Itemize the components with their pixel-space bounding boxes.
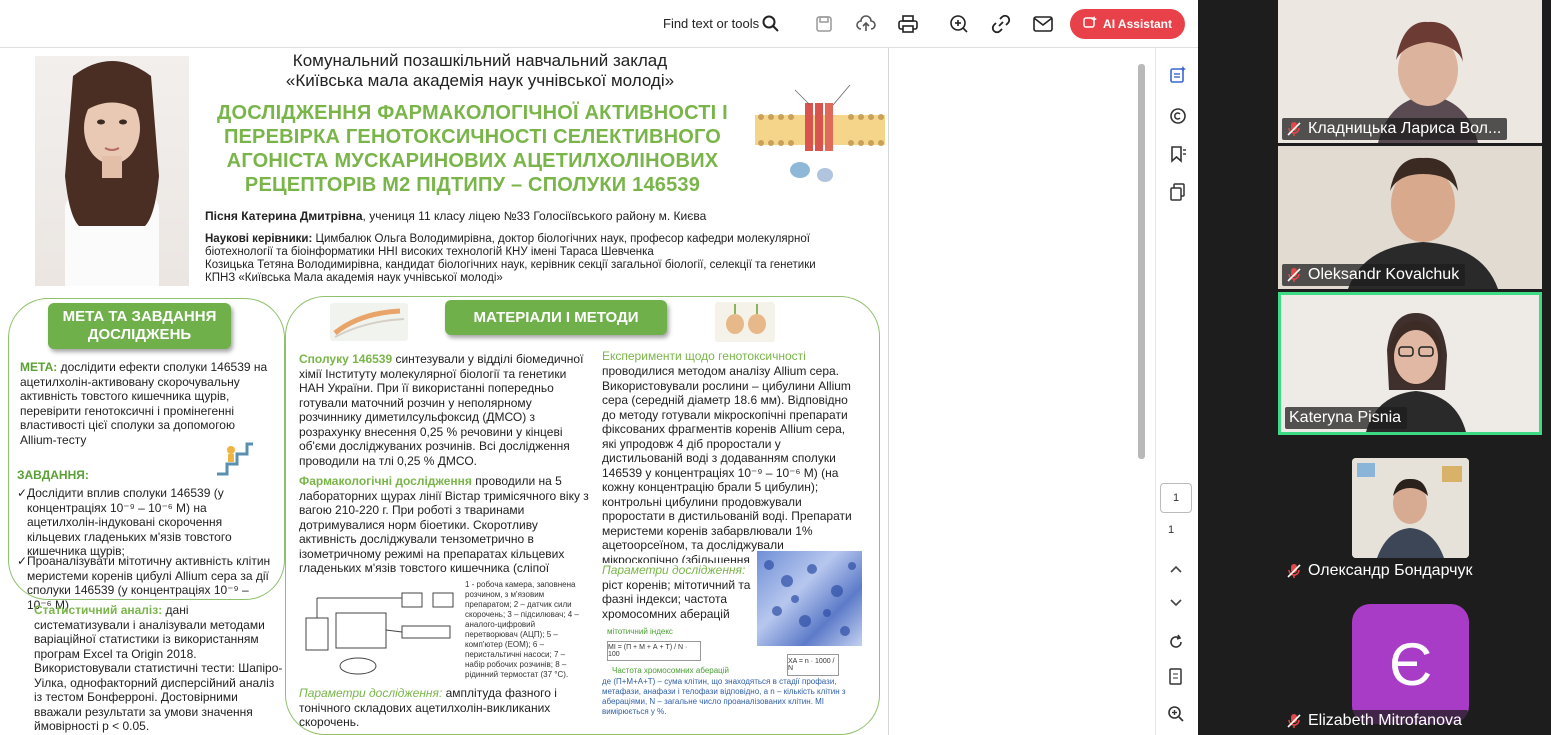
pdf-toolbar: Find text or tools AI Assistant xyxy=(0,0,1198,48)
participant-name-badge: Кладницька Лариса Вол... xyxy=(1282,118,1508,140)
participant-name-badge: Олександр Бондарчук xyxy=(1282,560,1479,582)
goal-paragraph: МЕТА: дослідити ефекти сполуки 146539 на… xyxy=(20,360,272,447)
participant-tile-4[interactable]: Олександр Бондарчук xyxy=(1278,442,1542,585)
setup-legend: 1 - робоча камера, заповнена розчином, з… xyxy=(465,580,579,679)
ai-assistant-button[interactable]: AI Assistant xyxy=(1070,9,1185,39)
institution-line-1: Комунальний позашкільний навчальний закл… xyxy=(292,51,668,70)
mitotic-index-label: мітотичний індекс xyxy=(607,627,673,636)
aberration-frequency-label: Частота хромосомних аберацій xyxy=(612,666,729,675)
params-paragraph: Параметри дослідження: амплітуда фазного… xyxy=(299,686,589,730)
pharmacology-label: Фармакологічні дослідження xyxy=(299,474,472,488)
ai-summary-icon[interactable] xyxy=(1156,62,1199,88)
task-1-text: Дослідити вплив сполуки 146539 (у концен… xyxy=(27,486,232,558)
formula-note: де (П+М+А+Т) – сума клітин, що знаходять… xyxy=(602,677,846,716)
email-icon[interactable] xyxy=(1031,12,1055,36)
participant-name: Олександр Бондарчук xyxy=(1308,562,1473,579)
stat-label: Статистичний аналіз: xyxy=(34,603,163,617)
onion-bulbs-image xyxy=(715,302,775,342)
genotox-params-label: Параметри дослідження: xyxy=(602,563,746,577)
ai-sparkle-icon xyxy=(1083,15,1098,33)
participant-avatar-initial: Є xyxy=(1352,604,1469,724)
stat-text: дані систематизували і аналізували метод… xyxy=(34,603,283,733)
author-photo xyxy=(35,56,189,286)
search-icon[interactable] xyxy=(759,12,783,36)
task-item-1: ✓ Дослідити вплив сполуки 146539 (у конце… xyxy=(17,486,275,559)
total-pages: 1 xyxy=(1168,524,1175,536)
supervisors-line-2: біотехнології та біоінформатики ННІ висо… xyxy=(205,246,654,258)
supervisors-line-3: Козицька Тетяна Володимирівна, кандидат … xyxy=(205,259,816,271)
comment-icon[interactable] xyxy=(1156,103,1199,129)
participant-avatar-photo xyxy=(1352,458,1469,558)
tasks-label: ЗАВДАННЯ: xyxy=(17,468,89,482)
vertical-scrollbar[interactable] xyxy=(1138,64,1145,459)
supervisors-line-4: КПНЗ «Київська Мала академія наук учнівс… xyxy=(205,272,503,284)
goal-label: МЕТА: xyxy=(20,360,58,374)
participant-name-badge: Elizabeth Mitrofanova xyxy=(1282,710,1468,732)
link-icon[interactable] xyxy=(989,12,1013,36)
zoom-in-icon[interactable] xyxy=(1165,703,1187,725)
next-page-chevron-down-icon[interactable] xyxy=(1165,594,1187,612)
tensometry-setup-diagram xyxy=(298,578,458,678)
author-details: , учениця 11 класу ліцею №33 Голосіївськ… xyxy=(362,209,707,223)
participant-name-badge: Oleksandr Kovalchuk xyxy=(1282,264,1466,286)
previous-page-chevron-up-icon[interactable] xyxy=(1165,560,1187,578)
methods-section-pill: МАТЕРІАЛИ І МЕТОДИ xyxy=(445,300,667,335)
ai-assistant-label: AI Assistant xyxy=(1103,17,1172,31)
aberration-formula: XA = n · 1000 / N xyxy=(787,654,839,676)
participant-name: Kateryna Pisnia xyxy=(1289,409,1402,426)
micrograph-image xyxy=(757,551,862,646)
participant-name: Elizabeth Mitrofanova xyxy=(1308,712,1462,729)
pharmacology-text: проводили на 5 лабораторних щурах лінії … xyxy=(299,474,589,575)
receptor-diagram xyxy=(755,75,885,190)
bookmark-icon[interactable] xyxy=(1156,141,1199,167)
save-icon[interactable] xyxy=(812,12,836,36)
poster-title: ДОСЛІДЖЕННЯ ФАРМАКОЛОГІЧНОЇ АКТИВНОСТІ І… xyxy=(217,102,728,196)
goal-text: дослідити ефекти сполуки 146539 на ацети… xyxy=(20,360,268,447)
stairs-figure-icon xyxy=(215,436,255,476)
fit-page-icon[interactable] xyxy=(1165,666,1187,688)
participant-name: Oleksandr Kovalchuk xyxy=(1308,266,1460,283)
compound-text: синтезували у відділі біомедичної хімії … xyxy=(299,352,584,468)
muted-mic-icon xyxy=(1287,268,1301,282)
muted-mic-icon xyxy=(1287,564,1301,578)
institution-line-2: «Київська мала академія наук учнівської … xyxy=(285,71,675,90)
author-name: Пісня Катерина Дмитрівна xyxy=(205,209,363,223)
genotox-heading: Експерименти щодо генотоксичності xyxy=(602,349,858,364)
find-text-label[interactable]: Find text or tools xyxy=(663,16,759,31)
print-icon[interactable] xyxy=(896,12,920,36)
stat-analysis-paragraph: Статистичний аналіз: дані систематизувал… xyxy=(34,603,284,734)
participant-tile-3-active[interactable]: Kateryna Pisnia xyxy=(1278,292,1542,435)
mitotic-index-formula: MI = (П + М + А + Т) / N · 100 xyxy=(607,641,701,661)
compound-label: Сполуку 146539 xyxy=(299,352,393,366)
participant-name-badge: Kateryna Pisnia xyxy=(1285,407,1408,429)
refresh-icon[interactable] xyxy=(1165,631,1187,653)
params-label: Параметри дослідження: xyxy=(299,686,443,700)
genotox-label: Експерименти щодо генотоксичності xyxy=(602,349,806,363)
genotox-params-paragraph: Параметри дослідження: ріст коренів; міт… xyxy=(602,563,757,621)
goal-section-pill: МЕТА ТА ЗАВДАННЯ ДОСЛІДЖЕНЬ xyxy=(48,303,231,349)
page-number-input[interactable]: 1 xyxy=(1160,483,1192,513)
muted-mic-icon xyxy=(1287,122,1301,136)
participant-tile-1[interactable]: Кладницька Лариса Вол... xyxy=(1278,0,1542,143)
supervisors-line-1: Цимбалюк Ольга Володимирівна, доктор біо… xyxy=(312,233,810,245)
upload-cloud-icon[interactable] xyxy=(854,12,878,36)
pharmacology-paragraph: Фармакологічні дослідження проводили на … xyxy=(299,474,589,576)
genotox-paragraph: проводилися методом аналізу Allium сера.… xyxy=(602,364,852,563)
participant-tile-5[interactable]: Є Elizabeth Mitrofanova xyxy=(1278,592,1542,735)
rat-intestine-image xyxy=(330,303,408,341)
supervisors-label: Наукові керівники: xyxy=(205,233,313,245)
supervisors-block: Наукові керівники: Цимбалюк Ольга Володи… xyxy=(205,233,870,285)
muted-mic-icon xyxy=(1287,714,1301,728)
pages-icon[interactable] xyxy=(1156,179,1199,205)
participant-name: Кладницька Лариса Вол... xyxy=(1308,120,1502,137)
add-comment-icon[interactable] xyxy=(947,12,971,36)
compound-paragraph: Сполуку 146539 синтезували у відділі біо… xyxy=(299,352,589,468)
genotox-params-text: ріст коренів; мітотичний та фазні індекс… xyxy=(602,577,751,621)
participant-tile-2[interactable]: Oleksandr Kovalchuk xyxy=(1278,146,1542,289)
author-line: Пісня Катерина Дмитрівна, учениця 11 кла… xyxy=(205,209,865,224)
